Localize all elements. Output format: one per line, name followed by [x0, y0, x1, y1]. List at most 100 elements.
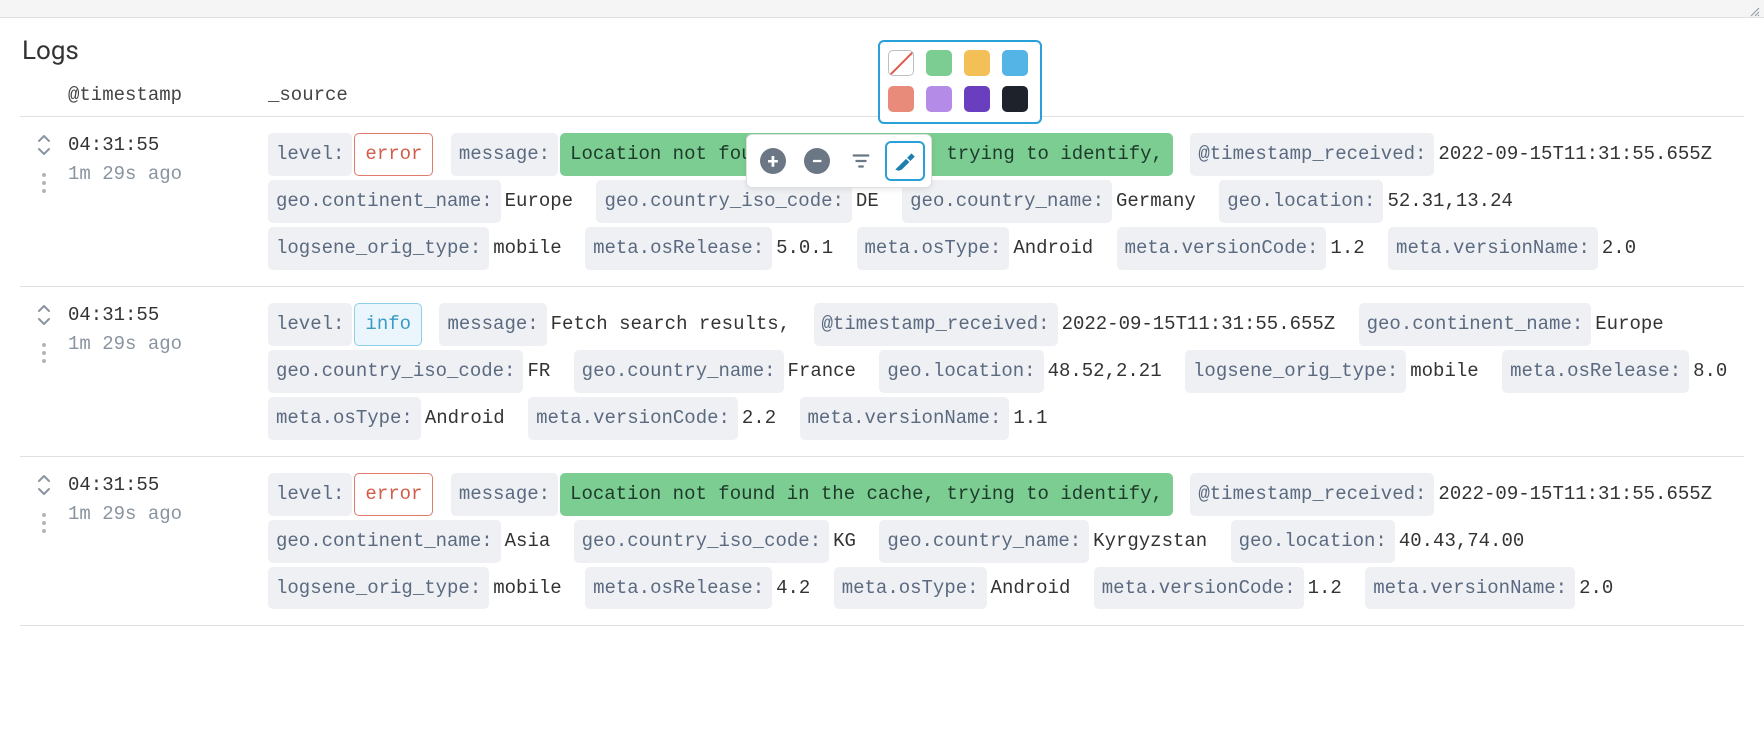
more-menu-icon[interactable] — [37, 171, 51, 195]
field-value[interactable]: Location not found in the cache, trying … — [560, 473, 1173, 516]
timestamp-cell: 04:31:551m 29s ago — [68, 131, 268, 272]
exclude-filter-button[interactable]: − — [797, 141, 837, 181]
field-value[interactable]: 1.1 — [1011, 405, 1053, 431]
field-key[interactable]: meta.versionCode: — [1117, 227, 1327, 270]
color-swatch-2[interactable] — [964, 50, 990, 76]
top-strip — [0, 0, 1764, 18]
field-key[interactable]: message: — [451, 133, 558, 176]
chevron-up-icon[interactable] — [37, 474, 51, 484]
field-value[interactable]: mobile — [491, 575, 567, 601]
field-value[interactable]: Kyrgyzstan — [1091, 528, 1213, 554]
filter-button[interactable] — [841, 141, 881, 181]
column-timestamp[interactable]: @timestamp — [68, 84, 268, 106]
color-swatch-1[interactable] — [926, 50, 952, 76]
field-value[interactable]: mobile — [1408, 358, 1484, 384]
field-key[interactable]: geo.continent_name: — [268, 180, 501, 223]
field-key[interactable]: logsene_orig_type: — [268, 567, 489, 610]
field-value[interactable]: Android — [1011, 235, 1099, 261]
field-value[interactable]: 8.0 — [1691, 358, 1733, 384]
color-swatch-4[interactable] — [888, 86, 914, 112]
field-value[interactable]: Europe — [1593, 311, 1669, 337]
field-key[interactable]: level: — [268, 133, 352, 176]
field-value[interactable]: Asia — [503, 528, 557, 554]
field-value[interactable]: 2.2 — [740, 405, 782, 431]
field-key[interactable]: geo.location: — [1219, 180, 1383, 223]
field-value[interactable]: 1.2 — [1328, 235, 1370, 261]
field-key[interactable]: meta.osRelease: — [1502, 350, 1689, 393]
field-key[interactable]: geo.country_iso_code: — [268, 350, 523, 393]
field-key[interactable]: meta.versionCode: — [528, 397, 738, 440]
chevron-down-icon[interactable] — [37, 486, 51, 496]
field-value[interactable]: mobile — [491, 235, 567, 261]
field-value[interactable]: KG — [831, 528, 862, 554]
highlight-button[interactable] — [885, 141, 925, 181]
field-value[interactable]: error — [354, 473, 433, 516]
field-key[interactable]: meta.versionName: — [1388, 227, 1598, 270]
field-key[interactable]: geo.location: — [879, 350, 1043, 393]
color-swatch-5[interactable] — [926, 86, 952, 112]
field-value[interactable]: info — [354, 303, 422, 346]
source-cell: level:info message:Fetch search results,… — [268, 301, 1744, 442]
more-menu-icon[interactable] — [37, 341, 51, 365]
field-key[interactable]: @timestamp_received: — [1190, 133, 1434, 176]
field-key[interactable]: geo.continent_name: — [268, 520, 501, 563]
chevron-up-icon[interactable] — [37, 304, 51, 314]
field-value[interactable]: 1.2 — [1306, 575, 1348, 601]
chevron-down-icon[interactable] — [37, 146, 51, 156]
field-key[interactable]: geo.country_name: — [879, 520, 1089, 563]
field-value[interactable]: 40.43,74.00 — [1397, 528, 1530, 554]
field-value[interactable]: 52.31,13.24 — [1385, 188, 1518, 214]
field-key[interactable]: @timestamp_received: — [1190, 473, 1434, 516]
field-value[interactable]: error — [354, 133, 433, 176]
field-value[interactable]: Android — [989, 575, 1077, 601]
field-value[interactable]: Android — [423, 405, 511, 431]
field-key[interactable]: meta.osType: — [857, 227, 1010, 270]
field-key[interactable]: @timestamp_received: — [814, 303, 1058, 346]
field-key[interactable]: meta.osRelease: — [585, 567, 772, 610]
color-swatch-0[interactable] — [888, 50, 914, 76]
field-value[interactable]: FR — [525, 358, 556, 384]
timestamp-cell: 04:31:551m 29s ago — [68, 301, 268, 442]
field-value[interactable]: 4.2 — [774, 575, 816, 601]
color-swatch-3[interactable] — [1002, 50, 1028, 76]
row-controls — [20, 131, 68, 272]
field-key[interactable]: logsene_orig_type: — [1185, 350, 1406, 393]
field-key[interactable]: geo.country_name: — [902, 180, 1112, 223]
field-key[interactable]: level: — [268, 303, 352, 346]
field-key[interactable]: geo.continent_name: — [1359, 303, 1592, 346]
field-key[interactable]: meta.osType: — [268, 397, 421, 440]
chevron-down-icon[interactable] — [37, 316, 51, 326]
field-key[interactable]: geo.country_name: — [574, 350, 784, 393]
color-swatch-7[interactable] — [1002, 86, 1028, 112]
field-value[interactable]: 5.0.1 — [774, 235, 839, 261]
field-key[interactable]: geo.country_iso_code: — [574, 520, 829, 563]
field-value[interactable]: DE — [854, 188, 885, 214]
field-value[interactable]: 2.0 — [1600, 235, 1642, 261]
field-key[interactable]: logsene_orig_type: — [268, 227, 489, 270]
field-value[interactable]: 2022-09-15T11:31:55.655Z — [1060, 311, 1342, 337]
highlight-color-palette[interactable] — [878, 40, 1042, 124]
field-key[interactable]: meta.versionName: — [800, 397, 1010, 440]
field-value[interactable]: France — [786, 358, 862, 384]
field-key[interactable]: message: — [439, 303, 546, 346]
field-key[interactable]: geo.location: — [1231, 520, 1395, 563]
source-cell: level:error message:Location not found i… — [268, 131, 1744, 272]
add-filter-button[interactable]: + — [753, 141, 793, 181]
field-key[interactable]: meta.osRelease: — [585, 227, 772, 270]
color-swatch-6[interactable] — [964, 86, 990, 112]
field-value[interactable]: 2.0 — [1577, 575, 1619, 601]
field-key[interactable]: level: — [268, 473, 352, 516]
chevron-up-icon[interactable] — [37, 134, 51, 144]
field-value[interactable]: 48.52,2.21 — [1046, 358, 1168, 384]
field-value[interactable]: 2022-09-15T11:31:55.655Z — [1436, 141, 1718, 167]
field-key[interactable]: meta.versionName: — [1365, 567, 1575, 610]
resize-handle[interactable] — [1750, 7, 1760, 17]
field-value[interactable]: Fetch search results, — [549, 311, 796, 337]
field-key[interactable]: message: — [451, 473, 558, 516]
more-menu-icon[interactable] — [37, 511, 51, 535]
field-value[interactable]: Germany — [1114, 188, 1202, 214]
field-key[interactable]: meta.osType: — [834, 567, 987, 610]
field-key[interactable]: meta.versionCode: — [1094, 567, 1304, 610]
field-value[interactable]: 2022-09-15T11:31:55.655Z — [1436, 481, 1718, 507]
field-value[interactable]: Europe — [503, 188, 579, 214]
